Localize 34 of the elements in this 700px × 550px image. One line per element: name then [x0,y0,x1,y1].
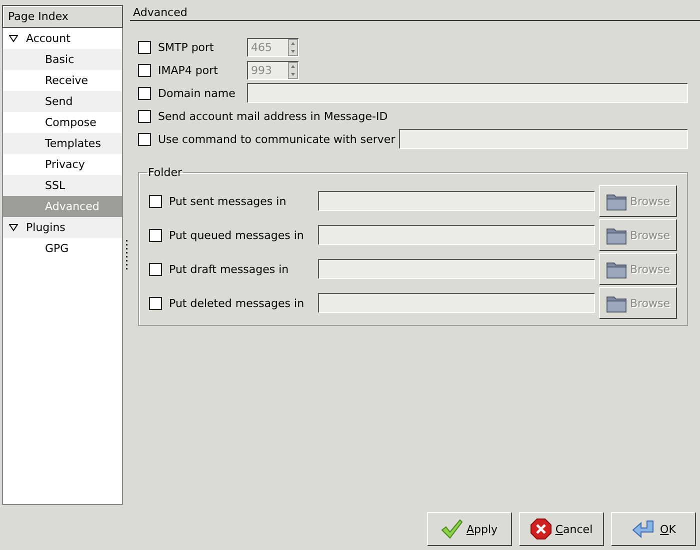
tree-item[interactable]: Plugins [3,217,122,238]
folder-path-field[interactable] [318,293,595,313]
input-field[interactable] [247,83,688,103]
tree-item[interactable]: Templates [3,133,122,154]
pane-handle[interactable] [125,240,128,270]
option-label: Put deleted messages in [169,296,306,310]
cancel-button[interactable]: Cancel [519,512,604,546]
ok-button[interactable]: OK [611,512,696,546]
tree-item[interactable]: Send [3,91,122,112]
checkmark-icon [441,519,464,539]
checkbox[interactable] [138,86,151,100]
checkbox[interactable] [138,110,151,122]
option-label: Put queued messages in [169,228,305,242]
option-label: Send account mail address in Message-ID [158,110,388,122]
option-label: SMTP port [158,40,215,54]
folder-path-field[interactable] [318,225,595,245]
input-field[interactable] [399,129,688,149]
expanded-triangle-icon[interactable] [9,34,18,43]
expanded-triangle-icon[interactable] [9,223,18,232]
checkbox[interactable] [138,132,151,146]
apply-button[interactable]: Apply [427,512,512,546]
option-label: IMAP4 port [158,64,219,76]
option-label: Put draft messages in [169,262,290,276]
option-label: Put sent messages in [169,194,288,208]
page-title: Advanced [130,5,700,21]
tree-item[interactable]: SSL [3,175,122,196]
panel-header: Page Index [2,5,123,28]
tree-item[interactable]: Basic [3,49,122,70]
folder-path-field[interactable] [318,259,595,279]
frame-title: Folder [147,166,183,179]
cancel-icon [530,518,552,540]
folder-path-field[interactable] [318,191,595,211]
option-label: Domain name [158,86,236,100]
option-label: Use command to communicate with server [158,132,396,146]
